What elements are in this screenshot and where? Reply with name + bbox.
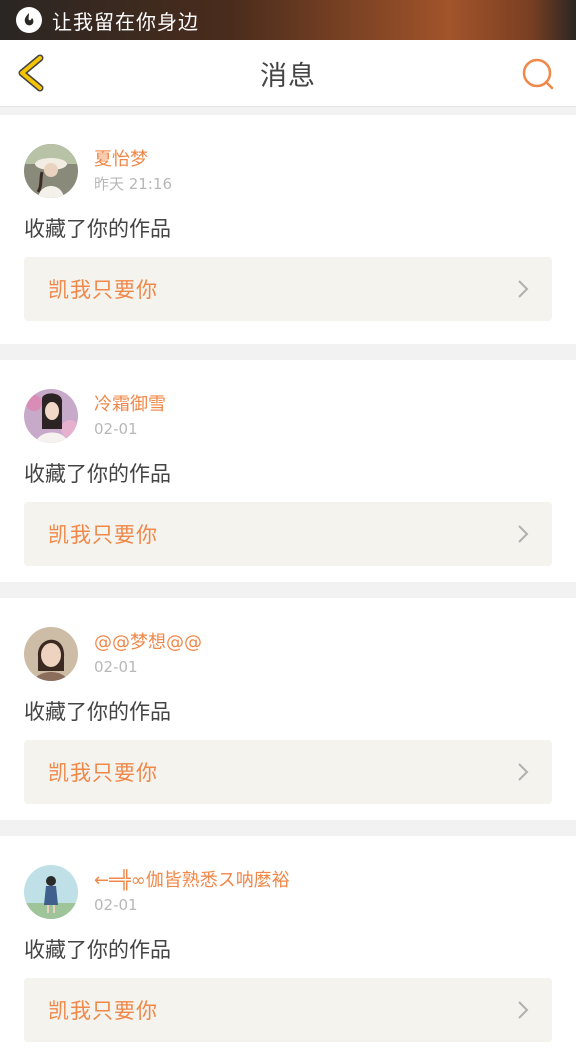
avatar[interactable] <box>24 389 78 443</box>
avatar[interactable] <box>24 627 78 681</box>
message-list: 夏怡梦 昨天 21:16 收藏了你的作品 凯我只要你 冷霜御雪 02-01 收藏… <box>0 107 576 1058</box>
message-card: 夏怡梦 昨天 21:16 收藏了你的作品 凯我只要你 <box>0 115 576 344</box>
chevron-right-icon <box>518 1001 529 1019</box>
username[interactable]: 冷霜御雪 <box>94 392 166 418</box>
timestamp: 02-01 <box>94 420 138 438</box>
work-title: 凯我只要你 <box>48 523 158 547</box>
top-navigation-bar: 消息 <box>0 40 576 107</box>
avatar[interactable] <box>24 865 78 919</box>
now-playing-title[interactable]: 让我留在你身边 <box>52 6 199 35</box>
message-card: 冷霜御雪 02-01 收藏了你的作品 凯我只要你 <box>0 360 576 582</box>
work-title: 凯我只要你 <box>48 278 158 302</box>
timestamp: 昨天 21:16 <box>94 175 172 193</box>
work-title: 凯我只要你 <box>48 761 158 785</box>
action-text: 收藏了你的作品 <box>24 462 171 486</box>
work-link[interactable]: 凯我只要你 <box>24 740 552 804</box>
chevron-right-icon <box>518 525 529 543</box>
work-link[interactable]: 凯我只要你 <box>24 502 552 566</box>
action-text: 收藏了你的作品 <box>24 217 171 241</box>
action-text: 收藏了你的作品 <box>24 700 171 724</box>
back-arrow-icon[interactable] <box>14 52 50 94</box>
timestamp: 02-01 <box>94 896 138 914</box>
chevron-right-icon <box>518 763 529 781</box>
chevron-right-icon <box>518 280 529 298</box>
status-bar: 让我留在你身边 <box>0 0 576 40</box>
message-card: ←═╬∞伽皆熟悉ス呐麼裕 02-01 收藏了你的作品 凯我只要你 <box>0 836 576 1058</box>
avatar[interactable] <box>24 144 78 198</box>
action-text: 收藏了你的作品 <box>24 938 171 962</box>
username[interactable]: @@梦想@@ <box>94 630 202 656</box>
username[interactable]: 夏怡梦 <box>94 147 172 173</box>
work-title: 凯我只要你 <box>48 999 158 1023</box>
search-icon[interactable] <box>520 56 556 92</box>
message-card: @@梦想@@ 02-01 收藏了你的作品 凯我只要你 <box>0 598 576 820</box>
username[interactable]: ←═╬∞伽皆熟悉ス呐麼裕 <box>94 868 290 894</box>
work-link[interactable]: 凯我只要你 <box>24 257 552 321</box>
music-note-icon <box>16 7 42 33</box>
work-link[interactable]: 凯我只要你 <box>24 978 552 1042</box>
timestamp: 02-01 <box>94 658 138 676</box>
page-title: 消息 <box>260 60 316 92</box>
